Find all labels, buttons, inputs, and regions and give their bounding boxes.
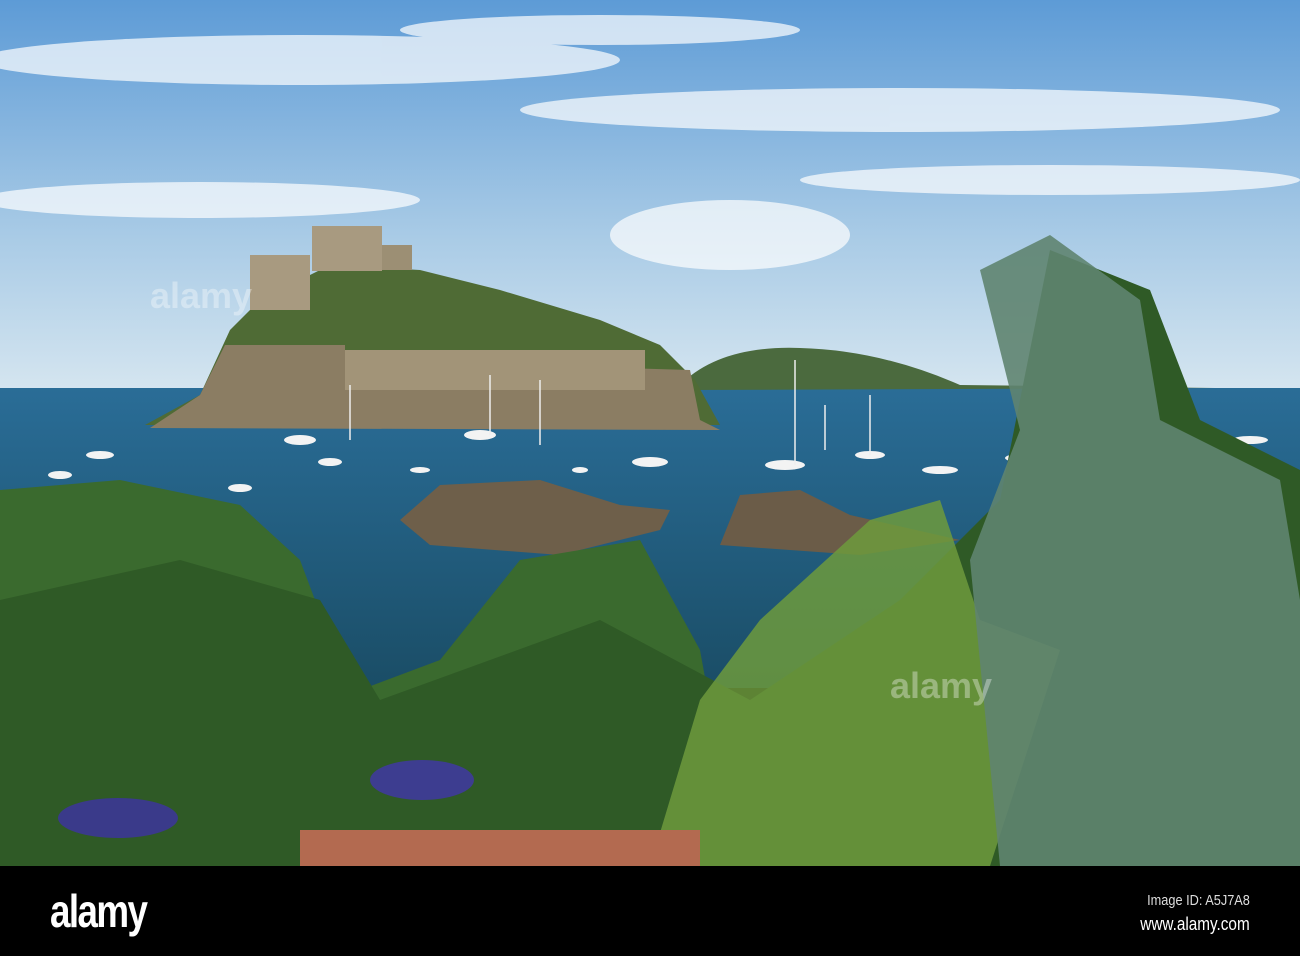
terrace (300, 830, 700, 866)
umbrella (370, 760, 474, 800)
alamy-logo: alamy (50, 885, 148, 937)
image-id: Image ID: A5J7A8 (1147, 892, 1250, 909)
watermark: alamy (890, 665, 993, 706)
stock-photo: alamy alamy alamy Image ID: A5J7A8 www.a… (0, 0, 1300, 956)
footer-bar: alamy Image ID: A5J7A8 www.alamy.com (0, 866, 1300, 956)
watermark: alamy (150, 275, 253, 316)
photo-castle-bay (0, 0, 1300, 866)
umbrella (58, 798, 178, 838)
site-url: www.alamy.com (1140, 914, 1250, 934)
